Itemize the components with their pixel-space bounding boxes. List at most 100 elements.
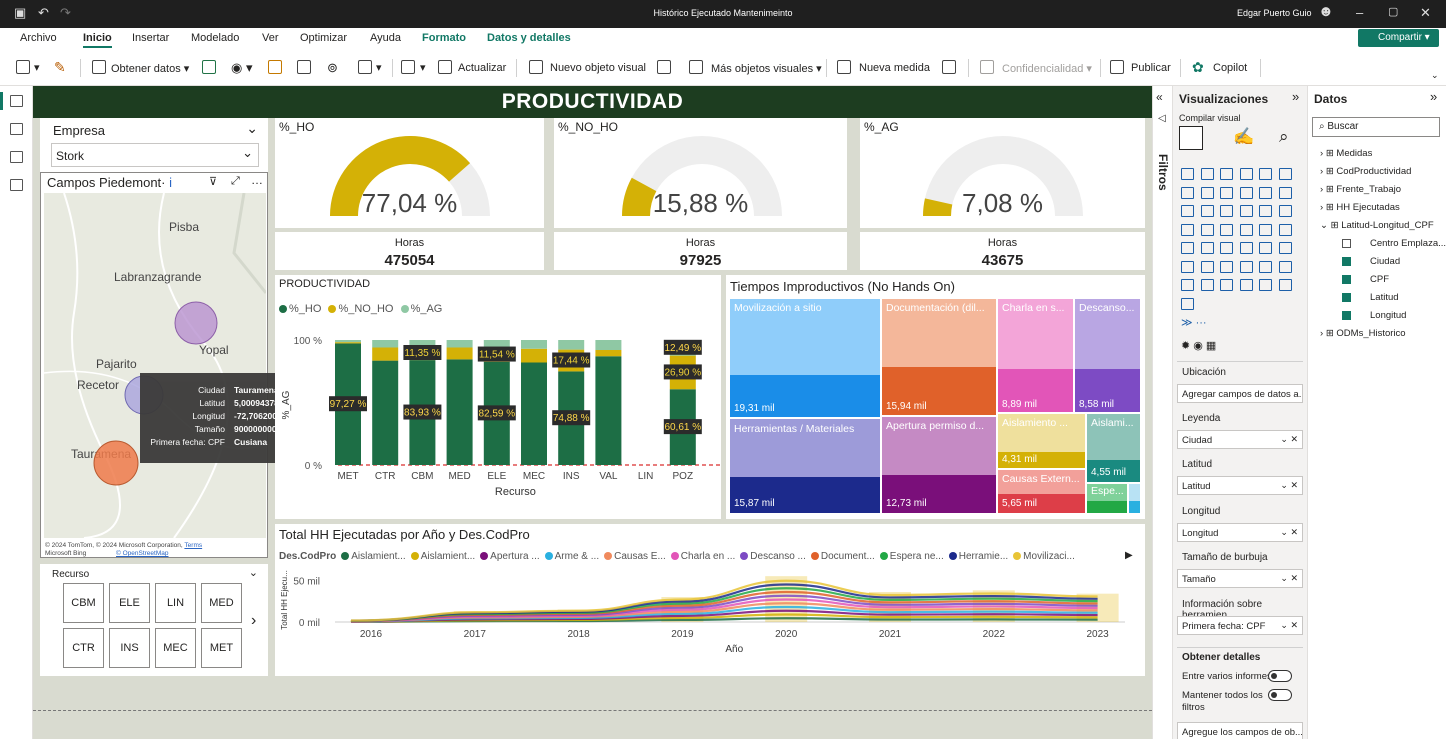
visual-type-icon[interactable] bbox=[1259, 279, 1272, 291]
legend-item[interactable]: Arme & ... bbox=[555, 551, 599, 562]
legend-item[interactable]: Charla en ... bbox=[681, 551, 735, 562]
treemap-tile-label[interactable]: Apertura permiso d... bbox=[882, 417, 996, 432]
field-well[interactable]: Latitud ⌄ ✕ bbox=[1177, 476, 1303, 495]
recurso-tile[interactable]: LIN bbox=[155, 583, 196, 623]
copilot-icon[interactable]: ✿ bbox=[1192, 59, 1204, 76]
treemap-tile-label[interactable]: Espe... bbox=[1087, 484, 1127, 497]
onelake-icon[interactable]: ◉ ▾ bbox=[231, 60, 252, 76]
bar-segment[interactable] bbox=[446, 340, 473, 348]
bar-segment[interactable] bbox=[595, 350, 622, 357]
field-checkbox[interactable] bbox=[1342, 311, 1351, 320]
table-node[interactable]: › ⊞ ODMs_Historico bbox=[1320, 328, 1406, 339]
model-view-icon[interactable] bbox=[10, 151, 23, 163]
recurso-slicer[interactable]: Recurso ⌄ CBM ELE LIN MED CTR INS MEC ME… bbox=[40, 564, 268, 676]
publish-icon[interactable] bbox=[1110, 60, 1124, 74]
field-checkbox[interactable] bbox=[1342, 257, 1351, 266]
expand-right-icon[interactable]: » bbox=[1430, 89, 1437, 104]
new-measure-icon[interactable] bbox=[837, 60, 851, 74]
field-well[interactable]: Agregar campos de datos a... bbox=[1177, 384, 1303, 403]
report-view-icon[interactable] bbox=[10, 95, 23, 107]
obtener-datos-button[interactable]: Obtener datos ▾ bbox=[111, 62, 189, 75]
recent-sources-icon[interactable] bbox=[358, 60, 372, 74]
visual-type-icon[interactable] bbox=[1259, 168, 1272, 180]
recurso-tile[interactable]: ELE bbox=[109, 583, 150, 623]
sql-icon[interactable] bbox=[268, 60, 282, 74]
table-node[interactable]: ⌄ ⊞ Latitud-Longitud_CPF bbox=[1320, 220, 1434, 231]
analytics-icon[interactable]: ⌕ bbox=[1279, 127, 1289, 147]
bar-segment[interactable] bbox=[372, 340, 399, 348]
visual-type-icon[interactable] bbox=[1278, 260, 1292, 273]
visual-type-icon[interactable] bbox=[1181, 223, 1194, 236]
gauge-ho-card[interactable]: %_HO 77,04 % bbox=[275, 118, 544, 228]
format-visual-icon[interactable]: ✍ bbox=[1233, 127, 1254, 147]
menu-datos-detalles[interactable]: Datos y detalles bbox=[487, 32, 571, 44]
map-bubble[interactable] bbox=[174, 301, 218, 345]
visual-type-icon[interactable] bbox=[1200, 205, 1214, 217]
quick-measure-icon[interactable] bbox=[942, 60, 956, 74]
transform-dropdown-icon[interactable]: ▾ bbox=[420, 61, 426, 74]
excel-icon[interactable] bbox=[202, 60, 216, 74]
build-visual-icon[interactable] bbox=[1179, 126, 1203, 150]
chevron-right-icon[interactable]: › bbox=[251, 612, 256, 630]
visual-type-icon[interactable] bbox=[1181, 279, 1194, 291]
table-node[interactable]: › ⊞ HH Ejecutadas bbox=[1320, 202, 1400, 213]
map-bubble[interactable] bbox=[93, 440, 139, 486]
visual-type-icon[interactable] bbox=[1239, 242, 1253, 254]
treemap-tile-label[interactable]: Aislami... bbox=[1087, 414, 1140, 429]
visual-type-icon[interactable] bbox=[1181, 297, 1194, 310]
filters-pane-collapsed[interactable]: « ◁ Filtros bbox=[1152, 86, 1172, 739]
more-visuals-icon[interactable]: ≫ ··· bbox=[1181, 316, 1207, 329]
area-chart[interactable]: 50 mil 0 mil Total HH Ejecu... 2016 2017 2018… bbox=[275, 568, 1145, 676]
visual-type-icon[interactable] bbox=[1239, 260, 1253, 273]
visual-type-icon[interactable] bbox=[1220, 279, 1233, 291]
visual-type-icon[interactable] bbox=[1239, 205, 1253, 217]
bar-segment[interactable] bbox=[335, 342, 361, 344]
field-name[interactable]: CPF bbox=[1370, 274, 1389, 285]
visual-type-icon[interactable] bbox=[1181, 242, 1194, 254]
visual-type-icon[interactable] bbox=[1278, 168, 1292, 180]
map-visual[interactable]: Campos Piedemont· i ⊽ ⤢ … Pisba Labranza… bbox=[40, 172, 268, 558]
table-view-icon[interactable] bbox=[10, 123, 23, 135]
visual-type-icon[interactable] bbox=[1278, 223, 1292, 236]
bar-chart[interactable]: 100 % 0 % %_AG MET CTR CBM MED ELE MEC INS VAL LIN P… bbox=[275, 325, 721, 519]
text-box-icon[interactable] bbox=[657, 60, 671, 74]
field-checkbox[interactable] bbox=[1342, 293, 1351, 302]
bar-segment[interactable] bbox=[372, 347, 399, 361]
mas-objetos-visuales-button[interactable]: Más objetos visuales ▾ bbox=[711, 62, 822, 75]
area-chart-card[interactable]: Total HH Ejecutadas por Año y Des.CodPro… bbox=[275, 524, 1145, 676]
visual-type-icon[interactable] bbox=[1200, 260, 1214, 273]
field-well[interactable]: Ciudad ⌄ ✕ bbox=[1177, 430, 1303, 449]
visual-type-icon[interactable] bbox=[1278, 242, 1292, 254]
visual-type-icon[interactable] bbox=[1278, 279, 1292, 291]
recurso-tile[interactable]: CTR bbox=[63, 628, 104, 668]
field-name[interactable]: Longitud bbox=[1370, 310, 1406, 321]
focus-mode-icon[interactable]: ⤢ bbox=[231, 175, 240, 188]
visual-type-icon[interactable] bbox=[1220, 260, 1233, 273]
nuevo-objeto-visual-button[interactable]: Nuevo objeto visual bbox=[550, 62, 646, 74]
recent-sources-dropdown-icon[interactable]: ▾ bbox=[376, 61, 382, 74]
visual-type-icon[interactable] bbox=[1259, 186, 1272, 199]
new-visual-icon[interactable] bbox=[529, 60, 543, 74]
legend-item[interactable]: Descanso ... bbox=[750, 551, 806, 562]
collapse-left-icon[interactable]: « bbox=[1156, 90, 1163, 104]
bar-segment[interactable] bbox=[335, 340, 361, 343]
treemap-card[interactable]: Tiempos Improductivos (No Hands On) Movi… bbox=[726, 275, 1145, 519]
legend-next-icon[interactable]: ▶ bbox=[1125, 550, 1133, 561]
bar-segment[interactable] bbox=[483, 340, 510, 348]
treemap-tile-label[interactable]: Herramientas / Materiales bbox=[730, 420, 880, 435]
recurso-tile[interactable]: CBM bbox=[63, 583, 104, 623]
treemap-tile-label[interactable]: Descanso... bbox=[1075, 299, 1140, 314]
visual-type-icon[interactable] bbox=[1239, 279, 1253, 291]
bar-segment[interactable] bbox=[521, 348, 547, 363]
actualizar-button[interactable]: Actualizar bbox=[458, 62, 506, 74]
visual-type-icon[interactable] bbox=[1278, 205, 1292, 217]
visual-type-icon[interactable] bbox=[1181, 260, 1194, 273]
restore-icon[interactable]: ▢ bbox=[1388, 5, 1398, 18]
field-name[interactable]: Latitud bbox=[1370, 292, 1399, 303]
filters-label[interactable]: Filtros bbox=[1156, 154, 1170, 191]
menu-inicio[interactable]: Inicio bbox=[83, 32, 112, 48]
search-input[interactable]: ⌕ Buscar bbox=[1312, 117, 1440, 137]
visual-type-icon[interactable] bbox=[1259, 242, 1272, 254]
drillthrough-well[interactable]: Agregue los campos de ob... bbox=[1177, 722, 1303, 739]
filter-icon[interactable]: ⊽ bbox=[209, 175, 217, 188]
